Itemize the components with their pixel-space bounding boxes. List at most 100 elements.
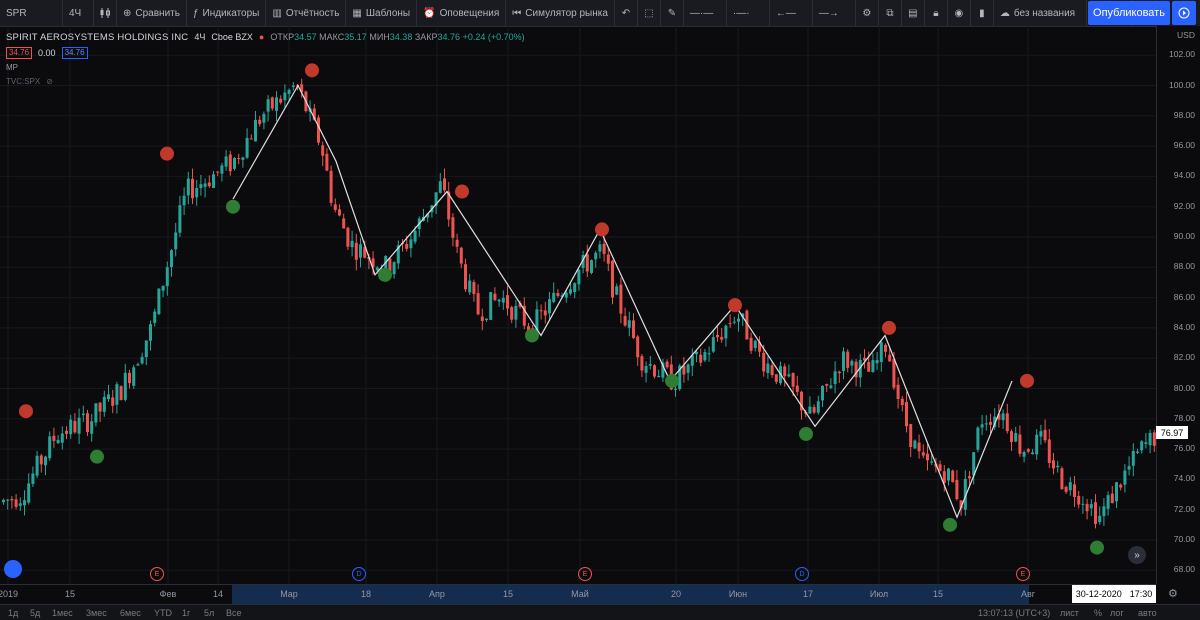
- line-dash-dropdown[interactable]: ·—·: [727, 0, 770, 26]
- trough-marker: [525, 328, 539, 343]
- templates-button[interactable]: ▦ Шаблоны: [346, 0, 418, 26]
- play-icon[interactable]: [1172, 1, 1196, 25]
- price-chart[interactable]: [0, 26, 1156, 584]
- candle-body: [682, 365, 686, 375]
- lock-icon[interactable]: 🔒︎: [925, 0, 948, 26]
- line-end-dropdown[interactable]: —→: [813, 0, 856, 26]
- chart-legend: SPIRIT AEROSYSTEMS HOLDINGS INC 4Ч Cboe …: [6, 30, 525, 88]
- axis-settings-gear-icon[interactable]: ⚙: [1168, 587, 1178, 600]
- dividend-event-icon[interactable]: D: [795, 567, 809, 581]
- price-tick: 84.00: [1173, 321, 1195, 332]
- price-tick: 72.00: [1173, 503, 1195, 514]
- range-button[interactable]: 3мес: [86, 608, 107, 618]
- range-button[interactable]: 1мес: [52, 608, 73, 618]
- time-tick: 17: [802, 589, 814, 599]
- candle-body: [140, 356, 144, 364]
- candle-body: [438, 181, 442, 193]
- candle-body: [1081, 503, 1085, 505]
- publish-button[interactable]: Опубликовать: [1088, 1, 1170, 25]
- candle-body: [497, 299, 501, 302]
- indicators-button[interactable]: ƒ Индикаторы: [187, 0, 267, 26]
- compare-button[interactable]: ⊕ Сравнить: [117, 0, 187, 26]
- candle-body: [1077, 495, 1081, 505]
- candle-body: [653, 365, 656, 377]
- candle-body: [1094, 502, 1097, 524]
- price-axis[interactable]: USD 102.00 100.00 98.00 96.00 94.00 92.00 90.0…: [1156, 26, 1200, 584]
- scale-option-button[interactable]: %: [1094, 608, 1102, 618]
- layers-icon[interactable]: ▤: [902, 0, 925, 26]
- overlay-row[interactable]: TVC:SPX ⊘: [6, 74, 525, 88]
- candle-body: [665, 361, 669, 368]
- candle-body: [1014, 433, 1018, 442]
- brush-icon[interactable]: ✎: [661, 0, 684, 26]
- undo-icon[interactable]: ↶: [615, 0, 638, 26]
- range-button[interactable]: 5д: [30, 608, 40, 618]
- candle-body: [443, 178, 446, 191]
- template-icon: ▦: [352, 7, 362, 19]
- candle-body: [270, 97, 274, 109]
- range-button[interactable]: 1д: [8, 608, 18, 618]
- interval-button[interactable]: 4Ч: [63, 0, 94, 26]
- trash-icon[interactable]: ▮: [971, 0, 994, 26]
- candle-body: [900, 398, 904, 406]
- candle-body: [795, 385, 799, 392]
- settings-gear-icon[interactable]: ⚙: [856, 0, 879, 26]
- candle-body: [1043, 429, 1047, 441]
- candle-body: [573, 283, 577, 292]
- eye-off-icon[interactable]: ⊘: [46, 77, 53, 86]
- alerts-button[interactable]: ⏰ Оповещения: [417, 0, 507, 26]
- price-tick: 88.00: [1173, 261, 1195, 272]
- candle-body: [833, 371, 837, 385]
- layout-name-label: без названия: [1013, 7, 1076, 19]
- scale-option-button[interactable]: лог: [1110, 608, 1124, 618]
- time-axis[interactable]: 2019 15 Фев 14 Мар 18 Апр 15 Май 20 Июн 17 Июл 15 Авг: [0, 584, 1156, 605]
- peak-marker: [728, 298, 742, 313]
- candle-body: [23, 500, 26, 506]
- range-button[interactable]: YTD: [154, 608, 172, 618]
- bid-box[interactable]: 34.76: [6, 47, 33, 59]
- line-arrow-dropdown[interactable]: ←—: [770, 0, 813, 26]
- candle-body: [128, 372, 131, 384]
- indicator-label[interactable]: MP: [6, 60, 525, 74]
- replay-button[interactable]: ⏮ Симулятор рынка: [506, 0, 615, 26]
- candle-body: [724, 325, 728, 339]
- range-button[interactable]: 6мес: [120, 608, 141, 618]
- alerts-label: Оповещения: [439, 7, 500, 19]
- candle-body: [1098, 515, 1102, 523]
- symbol-search-button[interactable]: SPR: [0, 0, 63, 26]
- candle-body: [195, 188, 199, 198]
- trough-marker: [90, 449, 104, 464]
- candle-body: [325, 153, 329, 171]
- dividend-event-icon[interactable]: D: [352, 567, 366, 581]
- trough-marker: [665, 373, 679, 388]
- earnings-event-icon[interactable]: E: [150, 567, 164, 581]
- candle-body: [228, 154, 232, 172]
- range-button[interactable]: Все: [226, 608, 242, 618]
- scale-option-button[interactable]: авто: [1138, 608, 1157, 618]
- range-button[interactable]: 5л: [204, 608, 214, 618]
- tradingview-logo-icon[interactable]: [4, 560, 22, 578]
- earnings-event-icon[interactable]: E: [1016, 567, 1030, 581]
- layout-name-dropdown[interactable]: ☁ без названия: [994, 0, 1087, 26]
- range-button[interactable]: 1г: [182, 608, 190, 618]
- candle-body: [1085, 503, 1089, 512]
- eye-icon[interactable]: ◉: [948, 0, 971, 26]
- candle-body: [837, 371, 841, 374]
- ohlc-values: ОТКР34.57 МАКС35.17 МИН34.38 ЗАКР34.76 +…: [270, 32, 525, 42]
- candle-body: [909, 424, 913, 447]
- earnings-event-icon[interactable]: E: [578, 567, 592, 581]
- clone-icon[interactable]: ⧉: [879, 0, 902, 26]
- candle-body: [737, 318, 740, 322]
- ask-box[interactable]: 34.76: [61, 47, 88, 59]
- scroll-to-realtime-icon[interactable]: »: [1128, 546, 1146, 564]
- candle-body: [640, 356, 644, 371]
- candle-body: [1026, 449, 1030, 452]
- candle-body: [10, 499, 14, 501]
- candle-body: [766, 363, 770, 373]
- candles-icon[interactable]: [94, 0, 117, 26]
- line-style-dropdown[interactable]: —·—: [684, 0, 727, 26]
- financials-button[interactable]: ▥ Отчётность: [266, 0, 347, 26]
- scale-option-button[interactable]: лист: [1060, 608, 1079, 618]
- crosshair-icon[interactable]: ⬚: [638, 0, 661, 26]
- candle-body: [955, 480, 959, 500]
